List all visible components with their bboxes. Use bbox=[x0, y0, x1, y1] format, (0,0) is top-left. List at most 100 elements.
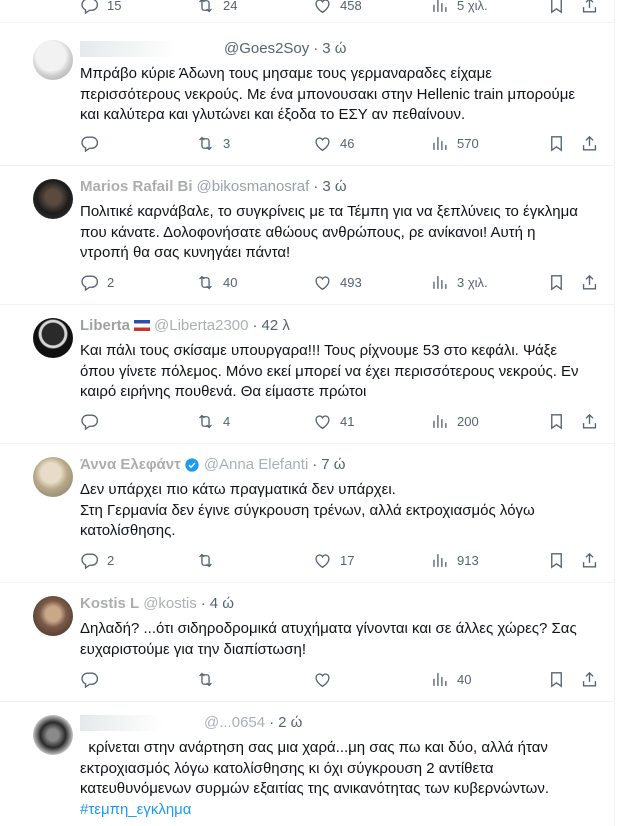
share-icon bbox=[580, 0, 599, 15]
tweet-line: και καλύτερα και γλυτώνει και έξοδα το Ε… bbox=[80, 106, 466, 123]
tweet-handle[interactable]: @bikosmanosraf bbox=[197, 178, 310, 195]
like-button[interactable]: 46 bbox=[313, 134, 354, 153]
share-button[interactable] bbox=[580, 134, 599, 153]
share-icon bbox=[580, 551, 599, 570]
reply-count: 2 bbox=[107, 553, 115, 568]
tweet-line: Μπράβο κύριε Άδωνη τους μησαμε τους γερμ… bbox=[80, 65, 492, 82]
bookmark-icon bbox=[547, 412, 566, 431]
views-button[interactable]: 200 bbox=[430, 412, 479, 431]
bookmark-button[interactable] bbox=[547, 273, 566, 292]
views-count: 913 bbox=[457, 553, 479, 568]
share-icon bbox=[580, 273, 599, 292]
tweet-display-name[interactable]: Άννα Ελεφάντ bbox=[80, 456, 181, 473]
avatar[interactable] bbox=[33, 179, 73, 219]
reply-button[interactable] bbox=[80, 670, 107, 689]
tweet-handle[interactable]: @kostis bbox=[143, 595, 197, 612]
avatar[interactable] bbox=[33, 318, 73, 358]
repost-icon bbox=[196, 134, 215, 153]
avatar[interactable] bbox=[33, 715, 73, 755]
bookmark-button[interactable] bbox=[547, 551, 566, 570]
tweet-header: @...0654 · 2 ώ bbox=[80, 714, 302, 731]
tweet-handle[interactable]: @...0654 bbox=[204, 714, 265, 731]
repost-button[interactable]: 40 bbox=[196, 273, 237, 292]
bookmark-icon bbox=[547, 551, 566, 570]
views-count: 3 χιλ. bbox=[457, 275, 488, 290]
tweet-header: Kostis L @kostis · 4 ώ bbox=[80, 595, 234, 612]
views-icon bbox=[430, 273, 449, 292]
reply-tweet[interactable]: Marios Rafail Bi @bikosmanosraf · 3 ώ Πο… bbox=[0, 166, 614, 305]
tweet-handle[interactable]: @Liberta2300 bbox=[154, 317, 248, 334]
hashtag-link[interactable]: #τεμπη_εγκλημα bbox=[80, 800, 600, 821]
reply-tweet[interactable]: @Goes2Soy · 3 ώ Μπράβο κύριε Άδωνη τους … bbox=[0, 23, 614, 166]
tweet-handle[interactable]: @Anna Elefanti bbox=[204, 456, 308, 473]
tweet-time[interactable]: 3 ώ bbox=[322, 40, 346, 57]
like-count: 458 bbox=[340, 0, 362, 13]
share-button[interactable] bbox=[580, 0, 599, 15]
bookmark-button[interactable] bbox=[547, 0, 566, 15]
share-button[interactable] bbox=[580, 670, 599, 689]
repost-button[interactable]: 24 bbox=[196, 0, 237, 15]
tweet-time[interactable]: 3 ώ bbox=[322, 178, 346, 195]
views-count: 5 χιλ. bbox=[457, 0, 488, 13]
avatar[interactable] bbox=[33, 40, 73, 80]
tweet-time[interactable]: 42 λ bbox=[261, 317, 289, 334]
reply-icon bbox=[80, 134, 99, 153]
heart-icon bbox=[313, 134, 332, 153]
views-button[interactable]: 3 χιλ. bbox=[430, 273, 488, 292]
views-icon bbox=[430, 0, 449, 15]
views-button[interactable]: 40 bbox=[430, 670, 471, 689]
reply-button[interactable] bbox=[80, 134, 107, 153]
tweet-handle[interactable]: @Goes2Soy bbox=[224, 40, 309, 57]
reply-button[interactable]: 2 bbox=[80, 551, 114, 570]
reply-button[interactable]: 2 bbox=[80, 273, 114, 292]
like-count: 41 bbox=[340, 414, 355, 429]
reply-tweet[interactable]: Kostis L @kostis · 4 ώ Δηλαδή? ...ότι σι… bbox=[0, 583, 614, 702]
reply-tweet[interactable]: Liberta @Liberta2300 · 42 λ Και πάλι του… bbox=[0, 305, 614, 444]
tweet-time[interactable]: 2 ώ bbox=[278, 714, 302, 731]
repost-button[interactable] bbox=[196, 551, 223, 570]
avatar[interactable] bbox=[33, 596, 73, 636]
reply-icon bbox=[80, 670, 99, 689]
tweet-time[interactable]: 7 ώ bbox=[321, 456, 345, 473]
bookmark-button[interactable] bbox=[547, 412, 566, 431]
avatar[interactable] bbox=[33, 457, 73, 497]
repost-button[interactable] bbox=[196, 670, 223, 689]
reply-button[interactable]: 15 bbox=[80, 0, 121, 15]
views-button[interactable]: 913 bbox=[430, 551, 479, 570]
views-count: 570 bbox=[457, 136, 479, 151]
share-button[interactable] bbox=[580, 551, 599, 570]
bookmark-icon bbox=[547, 0, 566, 15]
tweet-line: καιρό ειρήνης πουθενά. Θα είμαστε πρώτοι bbox=[80, 383, 367, 400]
views-icon bbox=[430, 412, 449, 431]
tweet-line: που κάνατε. Δολοφονήσατε αθώους ανθρώπου… bbox=[80, 223, 536, 241]
tweet-header: Liberta @Liberta2300 · 42 λ bbox=[80, 317, 290, 334]
like-count: 493 bbox=[340, 275, 362, 290]
tweet-display-name[interactable]: Marios Rafail Bi bbox=[80, 178, 193, 195]
like-button[interactable] bbox=[313, 670, 340, 689]
views-button[interactable]: 570 bbox=[430, 134, 479, 153]
tweet-line: εκτροχιασμός λόγω κατολίσθησης κι όχι σύ… bbox=[80, 759, 494, 777]
repost-button[interactable]: 4 bbox=[196, 412, 230, 431]
tweet-time[interactable]: 4 ώ bbox=[210, 595, 234, 612]
tweet-display-name[interactable]: Kostis L bbox=[80, 595, 139, 612]
bookmark-button[interactable] bbox=[547, 670, 566, 689]
reply-icon bbox=[80, 551, 99, 570]
repost-icon bbox=[196, 412, 215, 431]
like-button[interactable]: 17 bbox=[313, 551, 354, 570]
reply-tweet[interactable]: @...0654 · 2 ώ κρίνεται στην ανάρτηση σα… bbox=[0, 702, 614, 826]
like-button[interactable]: 41 bbox=[313, 412, 354, 431]
tweet-line: ντροπή θα σας κυνηγάει πάντα! bbox=[80, 244, 291, 261]
tweet-display-name[interactable]: Liberta bbox=[80, 317, 130, 334]
views-button[interactable]: 5 χιλ. bbox=[430, 0, 488, 15]
reply-button[interactable] bbox=[80, 412, 107, 431]
heart-icon bbox=[313, 0, 332, 15]
share-button[interactable] bbox=[580, 412, 599, 431]
share-button[interactable] bbox=[580, 273, 599, 292]
like-button[interactable]: 493 bbox=[313, 273, 362, 292]
repost-button[interactable]: 3 bbox=[196, 134, 230, 153]
bookmark-button[interactable] bbox=[547, 134, 566, 153]
like-button[interactable]: 458 bbox=[313, 0, 362, 15]
tweet-line: Δεν υπάρχει πιο κάτω πραγματικά δεν υπάρ… bbox=[80, 481, 396, 498]
repost-icon bbox=[196, 273, 215, 292]
reply-tweet[interactable]: Άννα Ελεφάντ @Anna Elefanti · 7 ώ Δεν υπ… bbox=[0, 444, 614, 583]
